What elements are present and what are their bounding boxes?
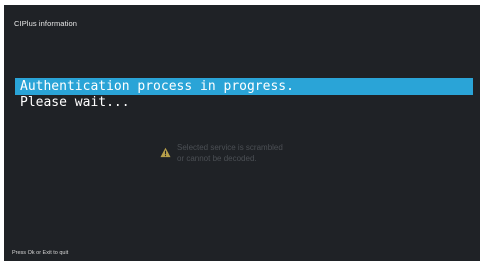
- scrambled-service-notice: Selected service is scrambled or cannot …: [160, 142, 283, 164]
- authentication-message: Authentication process in progress.: [20, 79, 294, 94]
- ciplus-information-dialog: CIPlus information Authentication proces…: [4, 5, 480, 261]
- notice-text: Selected service is scrambled or cannot …: [177, 142, 283, 164]
- warning-icon: [160, 147, 171, 158]
- notice-line-1: Selected service is scrambled: [177, 143, 283, 152]
- notice-line-2: or cannot be decoded.: [177, 154, 257, 163]
- screen: CIPlus information Authentication proces…: [0, 0, 484, 265]
- footer-hint: Press Ok or Exit to quit: [12, 250, 69, 256]
- please-wait-message: Please wait...: [20, 95, 130, 110]
- dialog-title: CIPlus information: [14, 19, 78, 28]
